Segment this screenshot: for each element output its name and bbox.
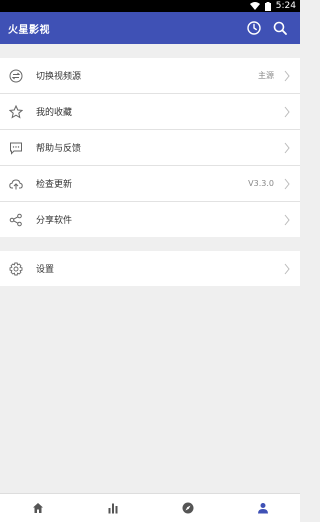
menu-item-check-update[interactable]: 检查更新 V3.3.0 bbox=[0, 166, 300, 202]
settings-group: 设置 bbox=[0, 251, 300, 286]
menu-item-label: 切换视频源 bbox=[36, 72, 82, 82]
chevron-right-icon bbox=[282, 262, 292, 276]
tab-discover[interactable] bbox=[150, 494, 225, 522]
person-icon bbox=[257, 503, 268, 514]
menu-item-label: 我的收藏 bbox=[36, 108, 73, 118]
settings-icon bbox=[8, 261, 24, 277]
menu-item-help-feedback[interactable]: 帮助与反馈 bbox=[0, 130, 300, 166]
tab-home[interactable] bbox=[0, 494, 75, 522]
app-bar: 火星影视 bbox=[0, 12, 300, 44]
clock-icon bbox=[247, 21, 261, 35]
home-icon bbox=[32, 503, 43, 513]
app-title: 火星影视 bbox=[8, 24, 50, 36]
star-icon bbox=[8, 104, 24, 120]
chevron-right-icon bbox=[282, 177, 292, 191]
chevron-right-icon bbox=[282, 141, 292, 155]
chevron-right-icon bbox=[282, 105, 292, 119]
menu-item-label: 设置 bbox=[36, 265, 55, 275]
search-icon bbox=[273, 21, 287, 35]
chat-icon bbox=[8, 140, 24, 156]
menu-item-switch-source[interactable]: 切换视频源 主源 bbox=[0, 58, 300, 94]
bottom-navigation bbox=[0, 493, 300, 522]
cloud-upload-icon bbox=[8, 176, 24, 192]
compass-icon bbox=[182, 502, 193, 514]
menu-item-label: 分享软件 bbox=[36, 216, 73, 226]
search-button[interactable] bbox=[268, 16, 292, 40]
version-text: V3.3.0 bbox=[248, 179, 274, 188]
chart-icon bbox=[108, 503, 117, 514]
chevron-right-icon bbox=[282, 69, 292, 83]
menu-item-label: 帮助与反馈 bbox=[36, 144, 82, 154]
menu-item-share-app[interactable]: 分享软件 bbox=[0, 202, 300, 237]
menu-item-value: 主源 bbox=[258, 71, 274, 80]
menu-group: 切换视频源 主源 我的收藏 帮助与反馈 检查更新 V3.3.0 分享软件 bbox=[0, 58, 300, 237]
battery-icon bbox=[264, 1, 271, 11]
menu-item-favorites[interactable]: 我的收藏 bbox=[0, 94, 300, 130]
status-bar: 5:24 bbox=[0, 0, 300, 12]
switch-source-icon bbox=[8, 68, 24, 84]
history-button[interactable] bbox=[242, 16, 266, 40]
menu-item-settings[interactable]: 设置 bbox=[0, 251, 300, 286]
share-icon bbox=[8, 212, 24, 228]
menu-item-label: 检查更新 bbox=[36, 180, 73, 190]
chevron-right-icon bbox=[282, 213, 292, 227]
status-time: 5:24 bbox=[275, 1, 296, 11]
tab-profile[interactable] bbox=[225, 494, 300, 522]
tab-ranking[interactable] bbox=[75, 494, 150, 522]
wifi-icon bbox=[249, 2, 260, 10]
